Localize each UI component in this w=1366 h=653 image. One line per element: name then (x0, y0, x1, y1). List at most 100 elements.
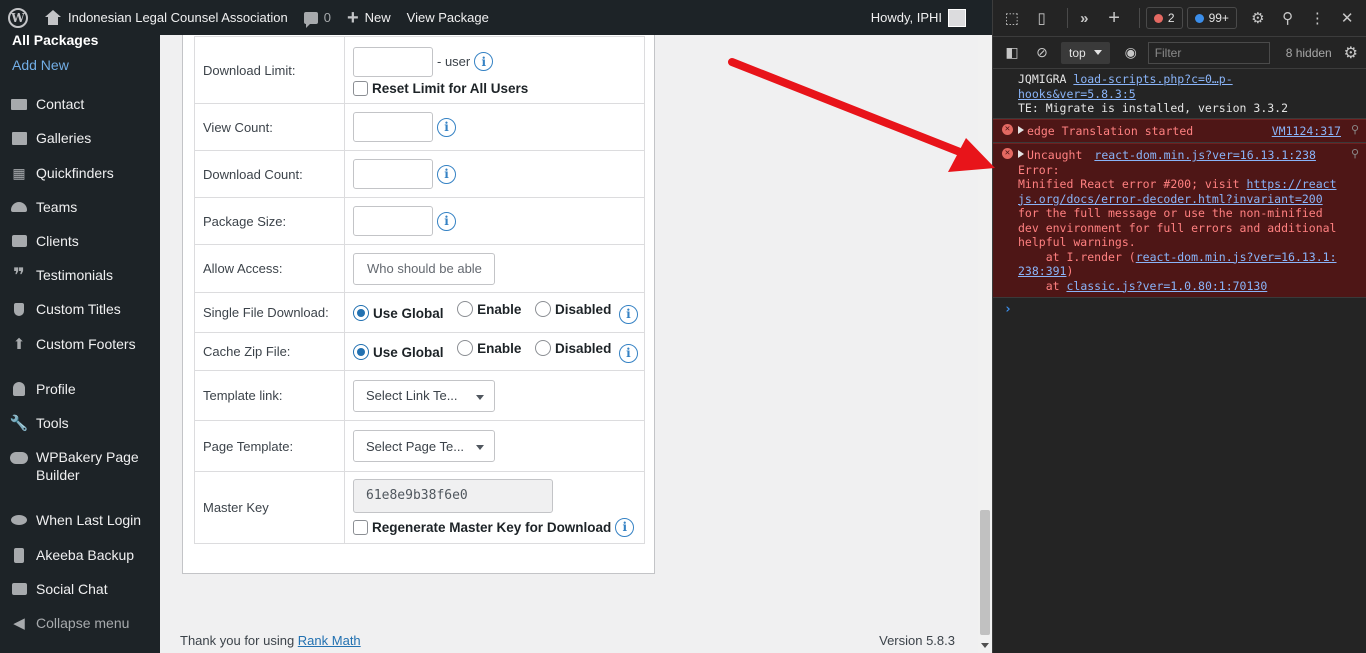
sidebar-item-custom-titles[interactable]: Custom Titles (0, 292, 160, 326)
context-value: top (1069, 45, 1086, 60)
radio-use-global[interactable]: Use Global (353, 305, 444, 322)
stack-frame-link[interactable]: classic.js?ver=1.0.80:1:70130 (1066, 279, 1267, 293)
source-link[interactable]: VM1124:317 (1272, 124, 1341, 139)
settings-gear-icon[interactable]: ⚙ (1247, 6, 1269, 30)
add-tab-icon[interactable]: + (1103, 6, 1125, 30)
more-tabs-icon[interactable]: » (1073, 6, 1095, 30)
radio-use-global[interactable]: Use Global (353, 344, 444, 361)
sidebar-item-quickfinders[interactable]: ▦ Quickfinders (0, 156, 160, 190)
sidebar-item-social-chat[interactable]: Social Chat (0, 572, 160, 606)
info-icon[interactable]: i (618, 343, 638, 363)
row-view-count: View Count: i (194, 103, 645, 151)
rank-math-link[interactable]: Rank Math (298, 633, 361, 648)
live-expression-eye-icon[interactable]: ◉ (1120, 42, 1142, 64)
console-message-error[interactable]: ✕ ⚲ VM1124:317 edge Translation started (993, 118, 1366, 143)
download-count-input[interactable] (353, 159, 433, 189)
cache-zip-file-label: Cache Zip File: (194, 332, 345, 371)
info-icon[interactable]: i (437, 211, 456, 231)
row-download-limit: Download Limit: - user i Reset Limit for… (194, 36, 645, 104)
sidebar-item-label: Akeeba Backup (36, 547, 135, 563)
inspect-element-icon[interactable]: ⬚ (1001, 6, 1023, 30)
more-options-icon[interactable]: ⋮ (1306, 6, 1328, 30)
download-limit-input[interactable] (353, 46, 433, 77)
eye-icon (10, 512, 28, 528)
radio-button[interactable] (535, 301, 552, 318)
collapse-menu-button[interactable]: ◀ Collapse menu (0, 606, 160, 640)
sidebar-item-clients[interactable]: Clients (0, 224, 160, 258)
radio-button[interactable] (457, 301, 474, 318)
sidebar-item-testimonials[interactable]: ❞ Testimonials (0, 258, 160, 292)
radio-enable[interactable]: Enable (457, 340, 521, 357)
package-size-input[interactable] (353, 206, 433, 236)
search-icon[interactable]: ⚲ (1351, 123, 1359, 138)
radio-label: Disabled (555, 340, 612, 356)
issues-badge[interactable]: 99+ (1186, 7, 1237, 29)
info-icon[interactable]: i (615, 517, 635, 537)
view-package-link[interactable]: View Package (399, 0, 497, 35)
radio-button[interactable] (353, 344, 369, 361)
sidebar-item-when-last-login[interactable]: When Last Login (0, 503, 160, 537)
info-icon[interactable]: i (474, 52, 494, 71)
sidebar-item-teams[interactable]: Teams (0, 190, 160, 224)
view-count-field: i (344, 103, 645, 151)
radio-label: Enable (477, 301, 522, 317)
console-filter-input[interactable]: Filter (1147, 41, 1270, 64)
message-text: Error: (1018, 162, 1060, 177)
radio-disabled[interactable]: Disabled (535, 340, 612, 357)
upload-icon: ⬆ (12, 336, 26, 353)
error-icon (1153, 13, 1163, 23)
row-single-file-download: Single File Download: Use Global Enable … (194, 292, 645, 333)
console-message-error[interactable]: ✕ ⚲ Uncaught react-dom.min.js?ver=16.13.1… (993, 143, 1366, 298)
close-icon[interactable]: ✕ (1336, 6, 1358, 30)
master-key-input[interactable]: 61e8e9b38f6e0 (353, 478, 553, 513)
info-icon[interactable]: i (437, 117, 456, 137)
cache-zip-file-field: Use Global Enable Disabled i (344, 332, 645, 371)
clear-console-icon[interactable]: ⊘ (1031, 42, 1053, 64)
submenu-add-new[interactable]: Add New (0, 54, 69, 76)
info-icon[interactable]: i (618, 304, 638, 324)
allow-access-input[interactable]: Who should be able (353, 252, 495, 285)
radio-enable[interactable]: Enable (457, 301, 522, 318)
submenu-all-packages[interactable]: All Packages (0, 29, 98, 51)
radio-button[interactable] (457, 340, 474, 357)
scrollbar-thumb[interactable] (980, 510, 990, 635)
page-template-select[interactable]: Select Page Te... (353, 430, 495, 462)
errors-badge[interactable]: 2 (1145, 7, 1183, 29)
sidebar-item-tools[interactable]: 🔧 Tools (0, 406, 160, 440)
sidebar-item-contact[interactable]: Contact (0, 87, 160, 121)
device-emulation-icon[interactable]: ▯ (1031, 6, 1053, 30)
home-icon (44, 9, 62, 26)
sidebar-item-akeeba-backup[interactable]: Akeeba Backup (0, 538, 160, 572)
sidebar-item-galleries[interactable]: Galleries (0, 121, 160, 155)
red-annotation-arrow (728, 58, 995, 172)
chat-icon (10, 581, 28, 597)
radio-disabled[interactable]: Disabled (535, 301, 611, 318)
view-count-label: View Count: (194, 103, 345, 151)
template-link-select[interactable]: Select Link Te... (353, 379, 495, 412)
comments-link[interactable]: 0 (296, 0, 339, 35)
console-settings-gear-icon[interactable]: ⚙ (1344, 43, 1358, 63)
radio-button[interactable] (353, 305, 369, 322)
radio-button[interactable] (535, 340, 552, 357)
account-menu[interactable]: Howdy, IPHI (871, 8, 992, 27)
info-icon[interactable]: i (437, 164, 456, 184)
context-selector[interactable]: top (1061, 41, 1110, 64)
view-count-input[interactable] (353, 112, 433, 142)
expand-triangle-icon[interactable] (1018, 125, 1024, 134)
regenerate-master-key-checkbox[interactable] (353, 519, 368, 535)
sidebar-item-custom-footers[interactable]: ⬆ Custom Footers (0, 327, 160, 361)
regenerate-master-key-label: Regenerate Master Key for Download (372, 519, 612, 535)
sidebar-item-profile[interactable]: Profile (0, 372, 160, 406)
reset-limit-checkbox[interactable] (353, 80, 368, 96)
customize-icon[interactable]: ⚲ (1277, 6, 1299, 30)
search-icon[interactable]: ⚲ (1351, 147, 1359, 162)
expand-triangle-icon[interactable] (1018, 150, 1024, 158)
sidebar-item-wpbakery[interactable]: WPBakery Page Builder (0, 448, 160, 488)
source-link[interactable]: react-dom.min.js?ver=16.13.1:238 (1094, 148, 1316, 162)
scroll-down-arrow-icon[interactable] (981, 643, 989, 648)
hidden-messages-count[interactable]: 8 hidden (1286, 46, 1332, 60)
stack-frame-text: at (1018, 278, 1067, 293)
new-content-button[interactable]: + New (339, 0, 399, 35)
console-prompt[interactable]: › (993, 298, 1366, 317)
devtools-toolbar: ⬚ ▯ » + 2 99+ ⚙ ⚲ ⋮ ✕ (993, 0, 1366, 37)
